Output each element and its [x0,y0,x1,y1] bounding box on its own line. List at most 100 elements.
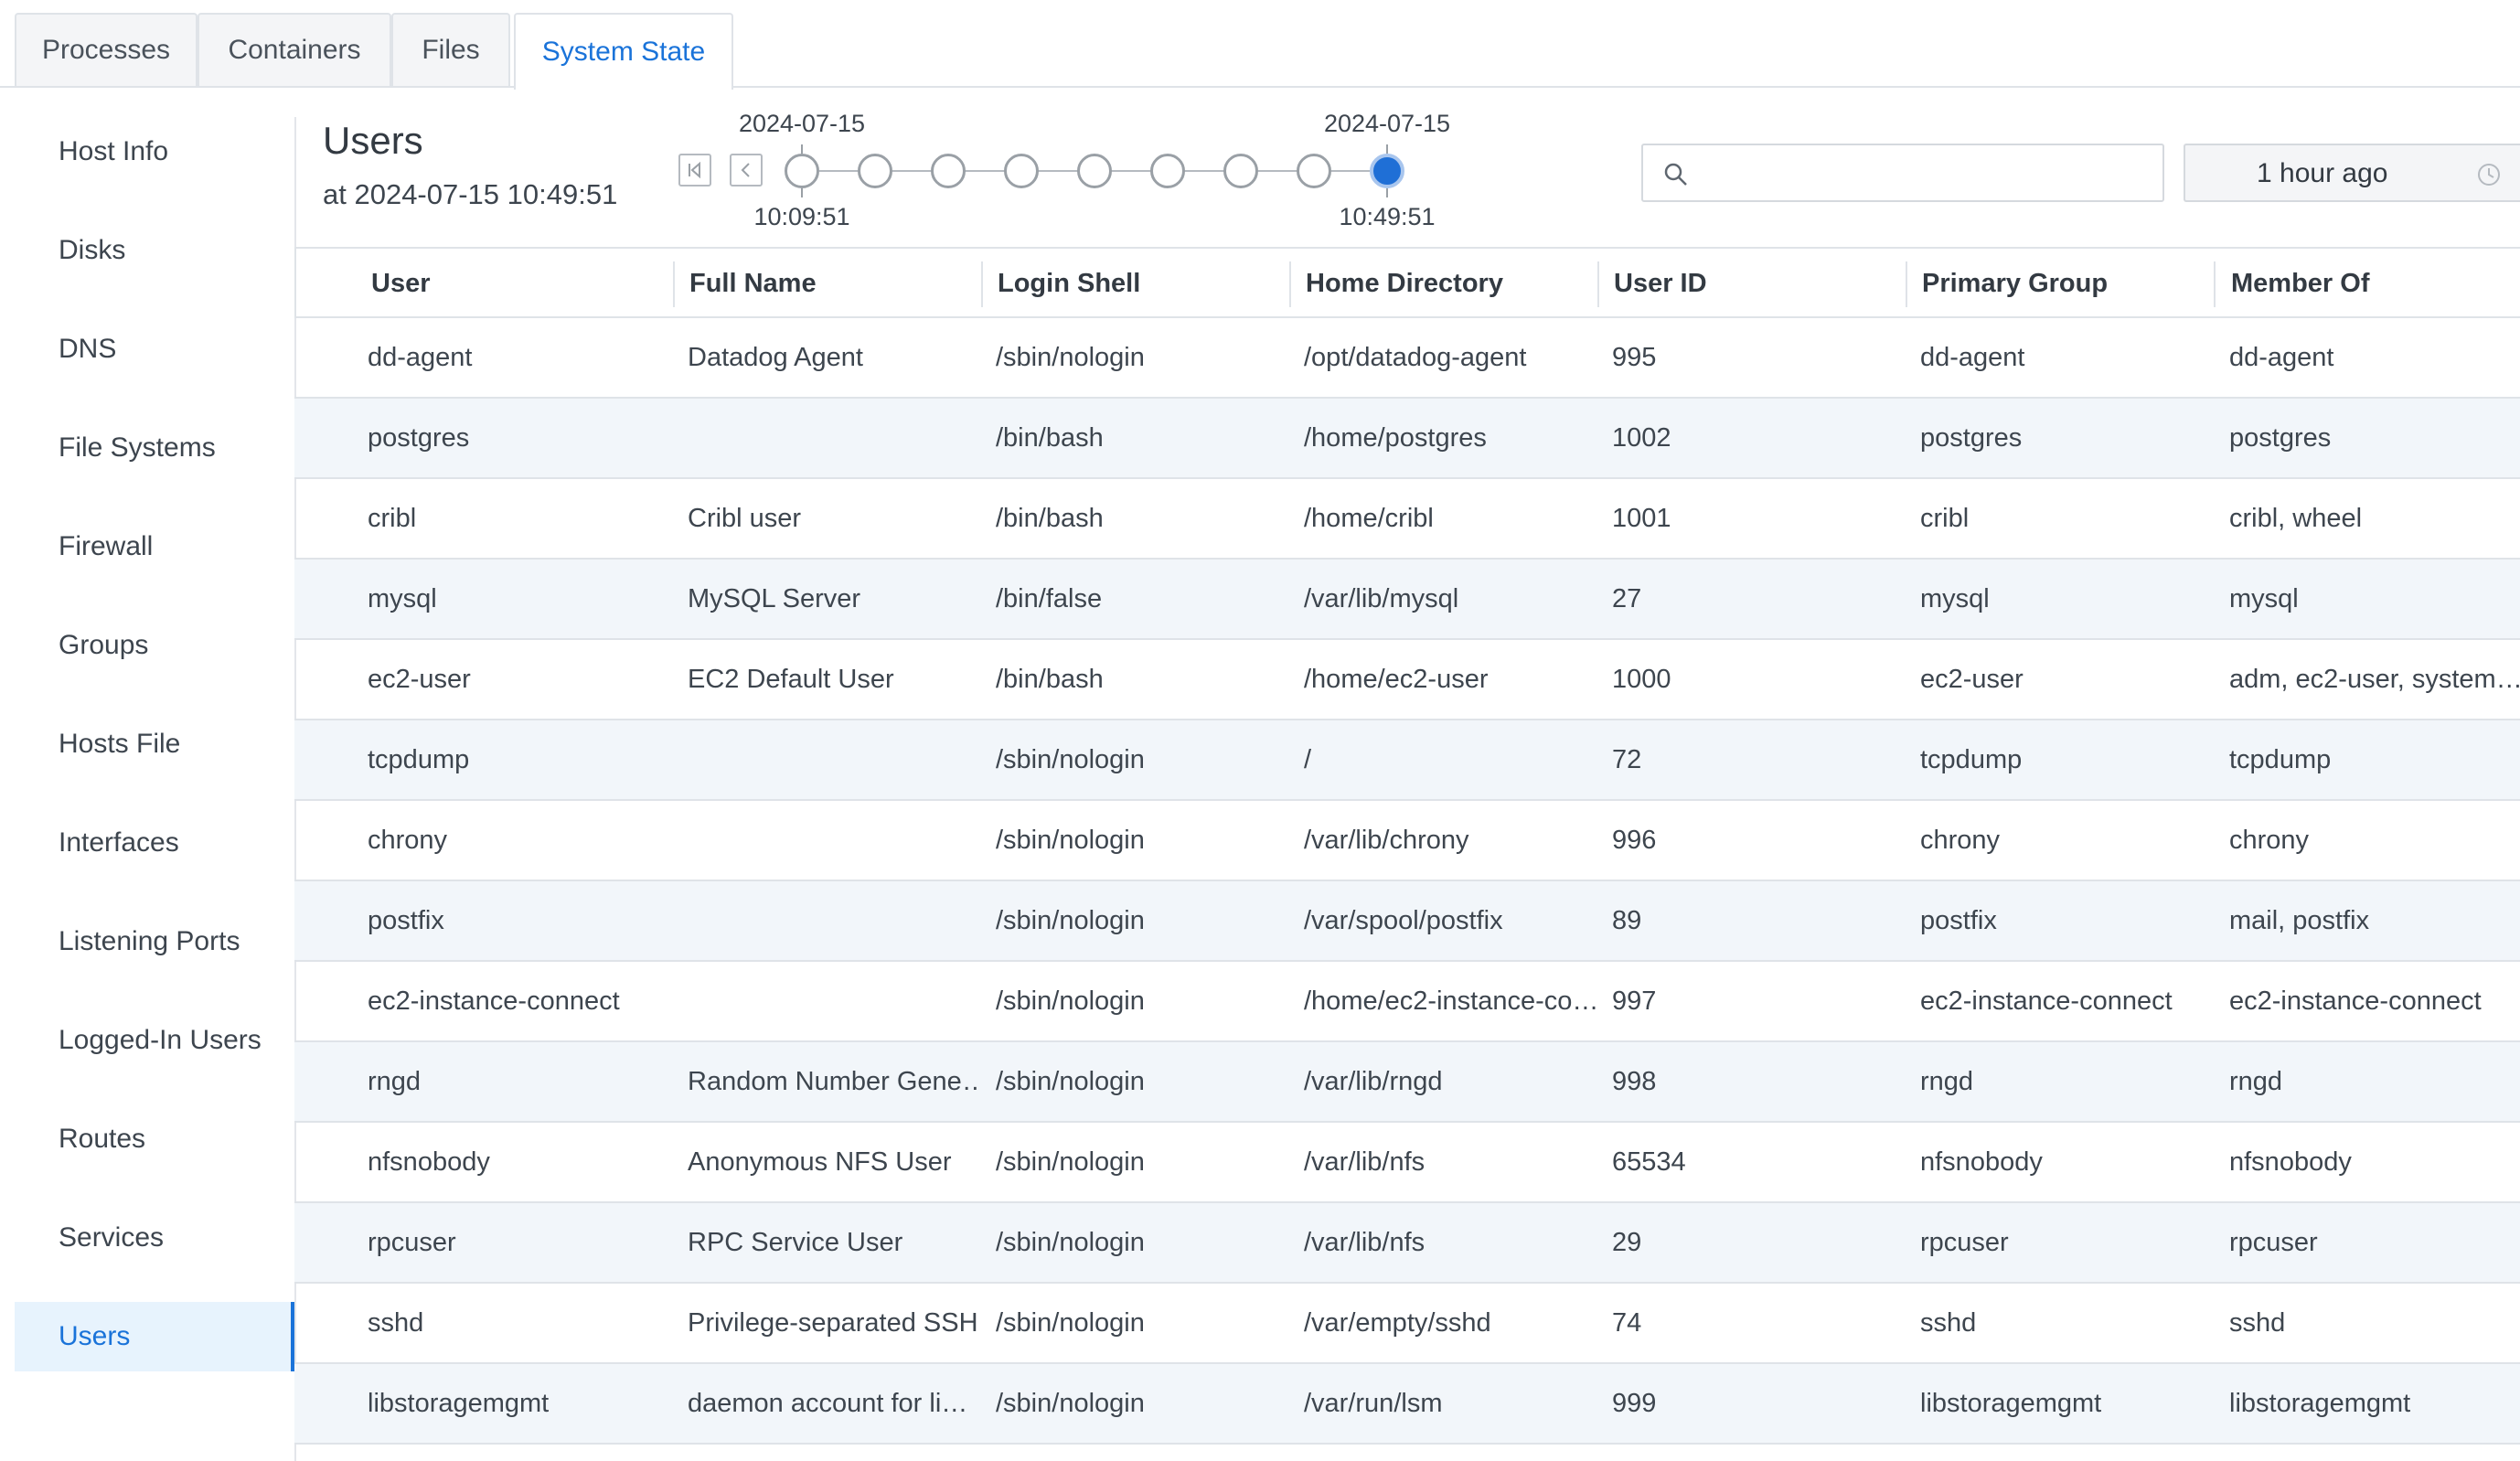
cell-full-name: MySQL Server [688,583,861,613]
cell-user-id: 996 [1612,825,1657,855]
cell-user-id: 1001 [1612,503,1671,533]
cell-full-name: RPC Service User [688,1227,903,1257]
cell-login-shell: /sbin/nologin [996,1227,1145,1257]
cell-member-of: nfsnobody [2229,1146,2352,1177]
cell-home-directory: /home/ec2-user [1304,664,1489,694]
cell-user: ec2-instance-connect [368,986,620,1016]
table-row[interactable]: postfix /sbin/nologin /var/spool/postfix… [294,881,2520,962]
cell-full-name [688,399,980,477]
timeline-node[interactable] [931,154,966,188]
column-divider[interactable] [1289,261,1291,307]
tab-system-state[interactable]: System State [514,13,733,90]
sidebar-item-dns[interactable]: DNS [15,315,294,384]
sidebar-item-file-systems[interactable]: File Systems [15,413,294,483]
table-row[interactable]: sshd Privilege-separated SSH /sbin/nolog… [294,1284,2520,1364]
sidebar-item-logged-in-users[interactable]: Logged-In Users [15,1006,294,1075]
table-row[interactable]: nfsnobody Anonymous NFS User /sbin/nolog… [294,1123,2520,1203]
timeline-node[interactable] [1223,154,1258,188]
sidebar-item-groups[interactable]: Groups [15,611,294,680]
column-header-login-shell[interactable]: Login Shell [998,249,1140,318]
column-divider[interactable] [1906,261,1907,307]
table-row[interactable]: cribl Cribl user /bin/bash /home/cribl 1… [294,479,2520,560]
timeline-node[interactable] [858,154,892,188]
cell-home-directory: /var/lib/nfs [1304,1227,1426,1257]
sidebar-item-host-info[interactable]: Host Info [15,117,294,187]
table-row[interactable]: ec2-instance-connect /sbin/nologin /home… [294,962,2520,1042]
page-subtitle: at 2024-07-15 10:49:51 [323,178,618,210]
cell-full-name [688,881,980,960]
sidebar-item-label: Disks [59,235,126,265]
cell-login-shell: /sbin/nologin [996,905,1145,935]
tab-label: Processes [41,35,171,65]
sidebar-item-label: File Systems [59,432,216,463]
table-row[interactable]: dd-agent Datadog Agent /sbin/nologin /op… [294,318,2520,399]
column-header-home-directory[interactable]: Home Directory [1306,249,1503,318]
cell-user-id: 72 [1612,744,1642,774]
cell-user: nfsnobody [368,1146,490,1177]
column-header-user-id[interactable]: User ID [1614,249,1707,318]
cell-primary-group: rngd [1920,1066,1974,1096]
table-row[interactable]: libstoragemgmt daemon account for li… /s… [294,1364,2520,1445]
column-header-full-name[interactable]: Full Name [689,249,817,318]
cell-login-shell: /bin/false [996,583,1103,613]
sidebar-item-label: Groups [59,630,149,660]
column-divider[interactable] [981,261,983,307]
skip-to-start-icon[interactable] [678,154,711,187]
sidebar-item-users[interactable]: Users [15,1302,294,1371]
sidebar: Host Info Disks DNS File Systems Firewal… [15,117,296,1461]
cell-user: dd-agent [368,342,473,372]
table-row[interactable]: rpcuser RPC Service User /sbin/nologin /… [294,1203,2520,1284]
cell-login-shell: /bin/bash [996,503,1104,533]
timeline-node[interactable] [1150,154,1185,188]
cell-full-name [688,720,980,799]
sidebar-item-services[interactable]: Services [15,1203,294,1273]
cell-user-id: 27 [1612,583,1642,613]
table-row[interactable]: rngd Random Number Gene… /sbin/nologin /… [294,1042,2520,1123]
column-header-member-of[interactable]: Member Of [2231,249,2369,318]
time-range-picker[interactable]: 1 hour ago [2184,144,2520,202]
sidebar-item-hosts-file[interactable]: Hosts File [15,709,294,779]
search-input[interactable] [1702,153,2153,195]
table-row[interactable]: ec2-user EC2 Default User /bin/bash /hom… [294,640,2520,720]
sidebar-item-listening-ports[interactable]: Listening Ports [15,907,294,976]
sidebar-item-routes[interactable]: Routes [15,1104,294,1174]
column-divider[interactable] [673,261,675,307]
cell-user-id: 74 [1612,1307,1642,1338]
chevron-left-icon[interactable] [730,154,763,187]
sidebar-item-label: Listening Ports [59,926,240,956]
cell-login-shell: /bin/bash [996,422,1104,453]
table-row[interactable]: mysql MySQL Server /bin/false /var/lib/m… [294,560,2520,640]
timeline-start-time: 10:09:51 [753,203,850,230]
tab-processes[interactable]: Processes [15,13,198,86]
cell-user: rngd [368,1066,422,1096]
timeline-node[interactable] [785,154,819,188]
cell-primary-group: rpcuser [1920,1227,2009,1257]
column-header-primary-group[interactable]: Primary Group [1922,249,2108,318]
sidebar-item-label: Logged-In Users [59,1025,262,1055]
cell-primary-group: postgres [1920,422,2023,453]
cell-user: tcpdump [368,744,470,774]
cell-user-id: 1002 [1612,422,1671,453]
sidebar-item-firewall[interactable]: Firewall [15,512,294,581]
table-row[interactable]: chrony /sbin/nologin /var/lib/chrony 996… [294,801,2520,881]
table-row[interactable]: postgres /bin/bash /home/postgres 1002 p… [294,399,2520,479]
sidebar-item-label: Interfaces [59,827,179,858]
cell-user: sshd [368,1307,424,1338]
sidebar-item-disks[interactable]: Disks [15,216,294,285]
column-divider[interactable] [1597,261,1599,307]
timeline-node[interactable] [1297,154,1331,188]
cell-primary-group: mysql [1920,583,1990,613]
column-header-user[interactable]: User [371,249,431,318]
cell-user-id: 997 [1612,986,1657,1016]
timeline-node[interactable] [1004,154,1039,188]
tab-files[interactable]: Files [391,13,510,86]
sidebar-item-interfaces[interactable]: Interfaces [15,808,294,878]
column-divider[interactable] [2214,261,2216,307]
cell-user-id: 1000 [1612,664,1671,694]
clock-icon [2478,164,2500,186]
tab-containers[interactable]: Containers [198,13,391,86]
table-row[interactable]: tcpdump /sbin/nologin / 72 tcpdump tcpdu… [294,720,2520,801]
cell-primary-group: tcpdump [1920,744,2023,774]
timeline-node[interactable] [1077,154,1112,188]
timeline-node-selected[interactable] [1370,154,1404,188]
